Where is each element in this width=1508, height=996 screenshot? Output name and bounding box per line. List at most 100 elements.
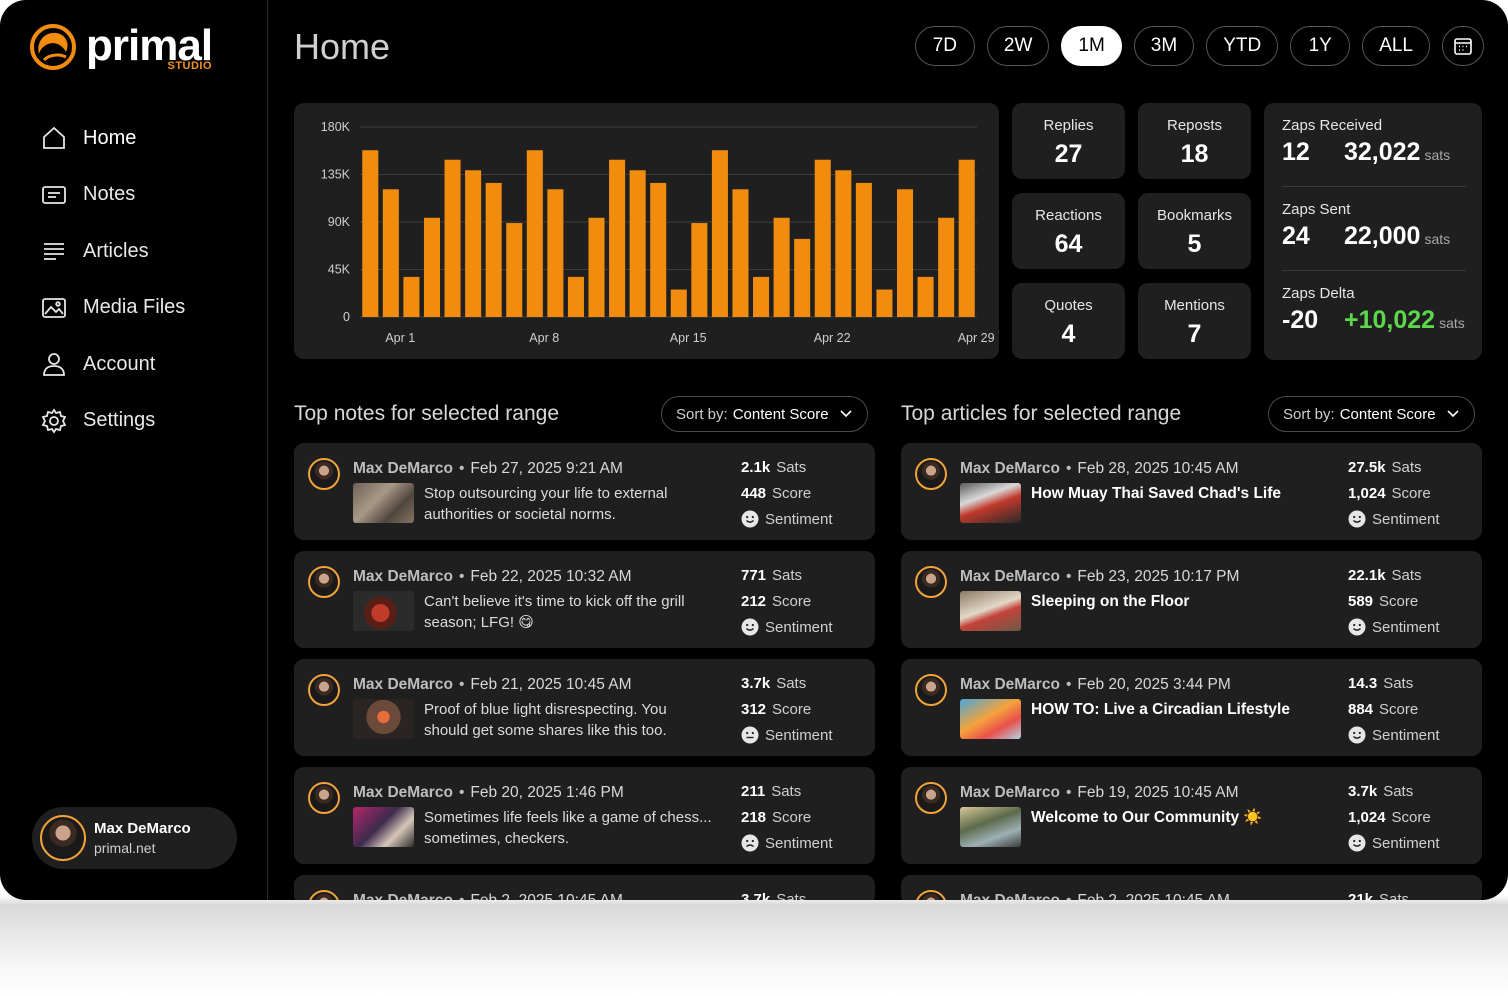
article-card[interactable]: Max DeMarco • Feb 19, 2025 10:45 AM Welcom… xyxy=(901,767,1482,864)
avatar xyxy=(915,890,947,900)
sidebar-item-label: Home xyxy=(83,126,137,149)
chart-bar[interactable] xyxy=(403,276,420,317)
chart-bar[interactable] xyxy=(362,150,379,317)
range-3m-button[interactable]: 3M xyxy=(1133,26,1195,66)
x-tick-label: Apr 1 xyxy=(385,331,415,345)
separator-dot: • xyxy=(1065,460,1072,477)
thumbnail-image[interactable] xyxy=(960,699,1021,739)
chart-bar[interactable] xyxy=(650,182,667,317)
sad-face-icon xyxy=(741,834,759,852)
notes-sort-dropdown[interactable]: Sort by: Content Score xyxy=(661,396,868,432)
separator-dot: • xyxy=(458,460,465,477)
thumbnail-image[interactable] xyxy=(353,591,414,631)
chart-bar[interactable] xyxy=(629,170,646,317)
chart-bar[interactable] xyxy=(814,159,831,317)
sidebar-item-account[interactable]: Account xyxy=(40,336,185,393)
avatar xyxy=(308,782,340,814)
item-date: Feb 27, 2025 9:21 AM xyxy=(470,460,623,477)
chart-bar[interactable] xyxy=(382,189,399,317)
chart-bar[interactable] xyxy=(896,189,914,317)
chart-bar[interactable] xyxy=(835,170,852,317)
chart-bar[interactable] xyxy=(567,276,584,317)
sidebar-item-articles[interactable]: Articles xyxy=(40,223,185,280)
chart-bar[interactable] xyxy=(711,150,728,317)
chart-bar[interactable] xyxy=(917,276,934,317)
chart-bar[interactable] xyxy=(670,289,687,317)
calendar-button[interactable] xyxy=(1442,26,1484,66)
zaps-sent: Zaps Sent 24 22,000 sats xyxy=(1282,187,1466,271)
sats-label: Sats xyxy=(776,458,807,476)
thumbnail-image[interactable] xyxy=(960,807,1021,847)
chevron-down-icon xyxy=(840,410,852,418)
stat-value: 5 xyxy=(1187,230,1202,258)
chart-bar[interactable] xyxy=(547,189,564,317)
sats-metric: 22.1k Sats xyxy=(1348,562,1440,588)
chart-bar[interactable] xyxy=(526,150,543,317)
logo[interactable]: primal STUDIO xyxy=(30,24,213,72)
chart-bar[interactable] xyxy=(465,170,482,317)
chart-bar[interactable] xyxy=(506,223,523,317)
item-date: Feb 2, 2025 10:45 AM xyxy=(470,892,623,900)
range-7d-button[interactable]: 7D xyxy=(914,26,975,66)
image-icon xyxy=(40,294,68,322)
sats-label: Sats xyxy=(1379,890,1410,901)
sidebar-nav: Home Notes Articles Media Files Account … xyxy=(40,110,185,449)
chart-bar[interactable] xyxy=(773,217,790,317)
sidebar-item-settings[interactable]: Settings xyxy=(40,393,185,450)
range-all-button[interactable]: ALL xyxy=(1362,26,1430,66)
chart-bar[interactable] xyxy=(588,217,605,317)
article-card[interactable]: Max DeMarco • Feb 2, 2025 10:45 AM 21k Sats xyxy=(901,875,1482,900)
avatar xyxy=(915,458,947,490)
calendar-icon xyxy=(1454,38,1472,55)
range-1y-button[interactable]: 1Y xyxy=(1290,26,1351,66)
score-label: Score xyxy=(772,484,812,502)
article-card[interactable]: Max DeMarco • Feb 20, 2025 3:44 PM HOW TO:… xyxy=(901,659,1482,756)
range-2w-button[interactable]: 2W xyxy=(986,26,1050,66)
chart-bar[interactable] xyxy=(938,217,955,317)
chart-bar[interactable] xyxy=(876,289,893,317)
chart-bar[interactable] xyxy=(753,276,770,317)
articles-sort-dropdown[interactable]: Sort by: Content Score xyxy=(1268,396,1475,432)
stat-value: 64 xyxy=(1054,230,1083,258)
score-metric: 1,024 Score xyxy=(1348,804,1440,830)
article-title: Sleeping on the Floor xyxy=(1031,593,1190,610)
item-date: Feb 20, 2025 1:46 PM xyxy=(470,784,624,801)
sats-metric: 21k Sats xyxy=(1348,886,1410,901)
note-card[interactable]: Max DeMarco • Feb 20, 2025 1:46 PM Sometim… xyxy=(294,767,875,864)
thumbnail-image[interactable] xyxy=(353,807,414,847)
chart-bar[interactable] xyxy=(691,223,708,317)
sats-value: 771 xyxy=(741,566,767,584)
range-1m-button[interactable]: 1M xyxy=(1061,26,1122,66)
sidebar-item-notes[interactable]: Notes xyxy=(40,167,185,224)
sidebar-item-media-files[interactable]: Media Files xyxy=(40,280,185,337)
range-ytd-button[interactable]: YTD xyxy=(1206,26,1279,66)
sats-unit: sats xyxy=(1439,315,1465,331)
article-card[interactable]: Max DeMarco • Feb 23, 2025 10:17 PM Sleepi… xyxy=(901,551,1482,648)
note-card[interactable]: Max DeMarco • Feb 27, 2025 9:21 AM Stop ou… xyxy=(294,443,875,540)
sats-value: 27.5k xyxy=(1348,458,1386,476)
chart-bar[interactable] xyxy=(794,238,811,317)
profile-card[interactable]: Max DeMarco primal.net xyxy=(32,807,237,869)
chart-bar[interactable] xyxy=(732,189,749,317)
chart-bar[interactable] xyxy=(485,182,502,317)
chart-bar[interactable] xyxy=(423,217,441,317)
chart-bar[interactable] xyxy=(855,182,872,317)
thumbnail-image[interactable] xyxy=(353,483,414,523)
item-author: Max DeMarco xyxy=(353,892,453,900)
zaps-delta-label: Zaps Delta xyxy=(1282,285,1355,302)
thumbnail-image[interactable] xyxy=(960,591,1021,631)
note-card[interactable]: Max DeMarco • Feb 22, 2025 10:32 AM Can't … xyxy=(294,551,875,648)
note-card[interactable]: Max DeMarco • Feb 21, 2025 10:45 AM Proof … xyxy=(294,659,875,756)
chart-bar[interactable] xyxy=(958,159,975,317)
note-card[interactable]: Max DeMarco • Feb 2, 2025 10:45 AM 3.7k Sat… xyxy=(294,875,875,900)
sidebar-item-home[interactable]: Home xyxy=(40,110,185,167)
zaps-sent-count: 24 xyxy=(1282,222,1310,250)
score-label: Score xyxy=(772,808,812,826)
top-notes-list: Max DeMarco • Feb 27, 2025 9:21 AM Stop ou… xyxy=(294,443,875,900)
top-articles-list: Max DeMarco • Feb 28, 2025 10:45 AM How Mu… xyxy=(901,443,1482,900)
chart-bar[interactable] xyxy=(444,159,461,317)
chart-bar[interactable] xyxy=(609,159,626,317)
article-card[interactable]: Max DeMarco • Feb 28, 2025 10:45 AM How Mu… xyxy=(901,443,1482,540)
thumbnail-image[interactable] xyxy=(353,699,414,739)
thumbnail-image[interactable] xyxy=(960,483,1021,523)
